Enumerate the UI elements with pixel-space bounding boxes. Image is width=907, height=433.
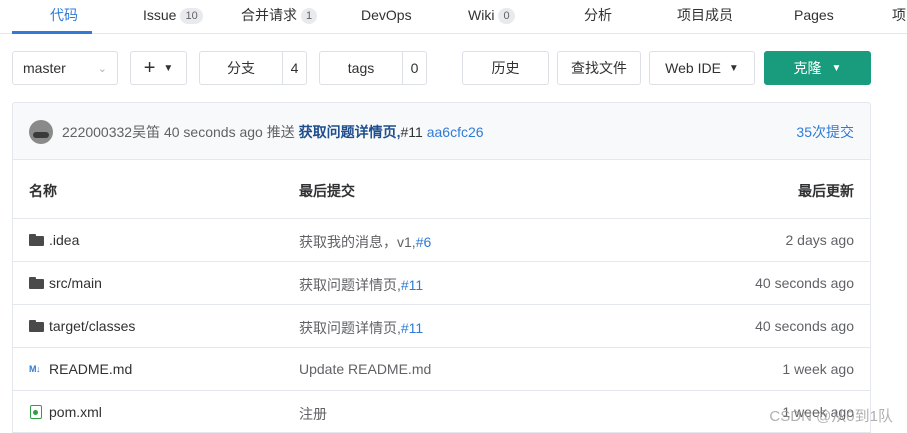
tags-count: 0 xyxy=(402,52,426,84)
tags-label: tags xyxy=(347,60,375,76)
issue-link[interactable]: #11 xyxy=(401,320,423,336)
plus-icon: + xyxy=(143,57,156,79)
table-row: pom.xml 注册 1 week ago xyxy=(13,391,870,433)
repo-tabs: 代码 Issue 10 合并请求 1 DevOps Wiki 0 分析 项目成员 Pa… xyxy=(0,0,907,34)
commit-issue-link[interactable]: #11 xyxy=(401,124,423,140)
chevron-down-icon: ▼ xyxy=(728,62,739,74)
last-update-time: 2 days ago xyxy=(785,232,855,248)
tab-label: Pages xyxy=(794,7,834,23)
branches-count: 4 xyxy=(282,52,306,84)
tab-label: 项 xyxy=(892,7,906,23)
commit-message-link[interactable]: 注册 xyxy=(299,406,327,422)
table-header: 名称 最后提交 最后更新 xyxy=(13,160,870,219)
column-header-last-update: 最后更新 xyxy=(798,183,854,199)
branches-button[interactable]: 分支 4 xyxy=(199,51,307,85)
last-update-time: 1 week ago xyxy=(782,361,854,377)
find-file-label: 查找文件 xyxy=(571,60,627,76)
add-menu-button[interactable]: + ▼ xyxy=(130,51,187,85)
tab-devops[interactable]: DevOps xyxy=(361,0,412,34)
tab-pages[interactable]: Pages xyxy=(794,0,834,34)
commit-message-link[interactable]: 获取问题详情页, xyxy=(299,277,401,293)
active-tab-indicator xyxy=(12,31,92,34)
chevron-down-icon: ⌄ xyxy=(97,62,107,75)
commit-message-link[interactable]: 获取问题详情页, xyxy=(299,124,401,140)
column-header-last-commit: 最后提交 xyxy=(299,183,355,199)
avatar[interactable] xyxy=(29,120,53,144)
markdown-icon: M↓ xyxy=(29,364,41,374)
branches-label: 分支 xyxy=(227,60,255,76)
tab-label: 项目成员 xyxy=(677,7,733,23)
commit-message-link[interactable]: Update README.md xyxy=(299,361,431,377)
chevron-down-icon: ▼ xyxy=(831,62,842,74)
commit-time: 40 seconds ago xyxy=(163,124,263,140)
clone-button[interactable]: 克隆 ▼ xyxy=(764,51,871,85)
file-name-link[interactable]: src/main xyxy=(49,275,102,291)
file-name-link[interactable]: README.md xyxy=(49,361,132,377)
folder-icon xyxy=(29,277,44,289)
tab-label: DevOps xyxy=(361,7,412,23)
commit-message-link[interactable]: 获取我的消息，v1, xyxy=(299,234,416,250)
file-name-link[interactable]: .idea xyxy=(49,232,79,248)
commit-count-link[interactable]: 35次提交 xyxy=(796,122,854,142)
tab-label: 合并请求 xyxy=(241,7,297,23)
file-name-link[interactable]: target/classes xyxy=(49,318,135,334)
watermark: CSDN @从0到1队 xyxy=(769,408,893,425)
tab-label: 代码 xyxy=(50,7,78,23)
commit-author[interactable]: 222000332吴笛 xyxy=(62,124,160,140)
table-row: src/main 获取问题详情页,#11 40 seconds ago xyxy=(13,262,870,305)
issue-count-badge: 10 xyxy=(180,8,203,24)
tab-label: Issue xyxy=(143,7,177,23)
commit-message-link[interactable]: 获取问题详情页, xyxy=(299,320,401,336)
folder-icon xyxy=(29,320,44,332)
wiki-count-badge: 0 xyxy=(498,8,515,24)
last-commit-bar: 222000332吴笛 40 seconds ago 推送 获取问题详情页,#1… xyxy=(12,102,871,159)
issue-link[interactable]: #6 xyxy=(416,234,432,250)
table-row: .idea 获取我的消息，v1,#6 2 days ago xyxy=(13,219,870,262)
tab-label: Wiki xyxy=(468,7,495,23)
issue-link[interactable]: #11 xyxy=(401,277,423,293)
file-table: 名称 最后提交 最后更新 .idea 获取我的消息，v1,#6 2 days a… xyxy=(12,159,871,433)
last-commit-info: 222000332吴笛 40 seconds ago 推送 获取问题详情页,#1… xyxy=(62,122,484,142)
tab-merge-requests[interactable]: 合并请求 1 xyxy=(241,0,318,34)
file-name-link[interactable]: pom.xml xyxy=(49,404,102,420)
branch-select[interactable]: master ⌄ xyxy=(12,51,118,85)
merge-request-count-badge: 1 xyxy=(301,8,318,24)
clone-label: 克隆 xyxy=(793,60,822,76)
tab-analysis[interactable]: 分析 xyxy=(584,0,612,34)
column-header-name: 名称 xyxy=(29,183,57,199)
folder-icon xyxy=(29,234,44,246)
branch-select-value: master xyxy=(23,60,66,76)
tab-issue[interactable]: Issue 10 xyxy=(143,0,203,34)
tab-members[interactable]: 项目成员 xyxy=(677,0,733,34)
chevron-down-icon: ▼ xyxy=(163,62,174,74)
last-update-time: 40 seconds ago xyxy=(755,318,854,334)
history-button[interactable]: 历史 xyxy=(462,51,549,85)
xml-file-icon xyxy=(30,405,42,419)
tab-overflow[interactable]: 项 xyxy=(892,0,906,34)
web-ide-button[interactable]: Web IDE ▼ xyxy=(649,51,755,85)
tab-code[interactable]: 代码 xyxy=(50,0,78,34)
find-file-button[interactable]: 查找文件 xyxy=(557,51,641,85)
table-row: M↓ README.md Update README.md 1 week ago xyxy=(13,348,870,391)
history-label: 历史 xyxy=(491,60,520,76)
last-update-time: 40 seconds ago xyxy=(755,275,854,291)
tags-button[interactable]: tags 0 xyxy=(319,51,427,85)
tab-wiki[interactable]: Wiki 0 xyxy=(468,0,515,34)
commit-action: 推送 xyxy=(266,124,295,140)
commit-sha-link[interactable]: aa6cfc26 xyxy=(427,124,484,140)
tab-label: 分析 xyxy=(584,7,612,23)
table-row: target/classes 获取问题详情页,#11 40 seconds ag… xyxy=(13,305,870,348)
web-ide-label: Web IDE xyxy=(665,60,721,76)
